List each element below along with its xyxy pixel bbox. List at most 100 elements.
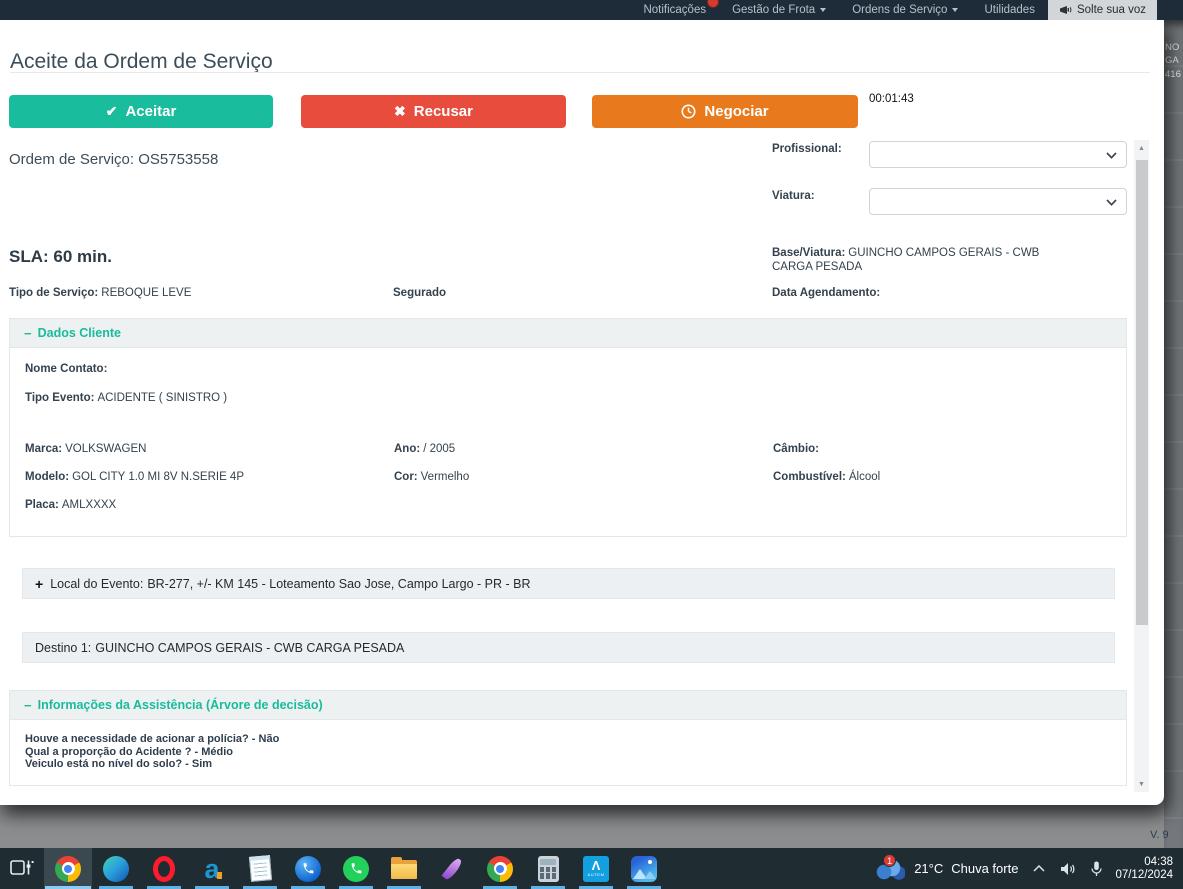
check-icon: ✔: [106, 103, 118, 120]
event-location-bar[interactable]: + Local do Evento: BR-277, +/- KM 145 - …: [22, 568, 1115, 599]
color-field: Cor:Vermelho: [394, 471, 469, 483]
nav-service-orders-label: Ordens de Serviço: [852, 4, 947, 16]
taskbar-file-explorer[interactable]: [380, 848, 428, 889]
destination-value: GUINCHO CAMPOS GERAIS - CWB CARGA PESADA: [95, 641, 404, 655]
task-view-icon: [10, 859, 34, 878]
decision-tree-line: Veiculo está no nível do solo? - Sim: [25, 758, 1126, 771]
collapse-icon: −: [24, 326, 32, 341]
phone-icon: [295, 856, 321, 882]
scroll-down-button[interactable]: ▼: [1134, 776, 1149, 792]
caret-down-icon: ▼: [1138, 781, 1145, 788]
event-type-field: Tipo Evento:ACIDENTE ( SINISTRO ): [25, 392, 227, 404]
microphone-icon: [1091, 861, 1102, 877]
negotiate-button[interactable]: Negociar: [592, 95, 858, 128]
vehicle-label: Viatura:: [772, 190, 815, 202]
background-text-fragment: NO: [1165, 42, 1179, 53]
voice-command-button[interactable]: Solte sua voz: [1048, 0, 1157, 20]
decision-tree-line: Qual a proporção do Acidente ? - Médio: [25, 746, 1126, 759]
modal-scrollbar[interactable]: ▲ ▼: [1134, 140, 1149, 792]
assistance-panel-header[interactable]: − Informações da Assistência (Árvore de …: [10, 691, 1126, 720]
weather-widget[interactable]: 1: [875, 859, 905, 881]
feather-icon: [441, 856, 463, 880]
notification-badge: [707, 0, 719, 8]
insured-label: Segurado: [393, 287, 449, 299]
refuse-button-label: Recusar: [414, 103, 473, 120]
expand-icon: +: [35, 576, 43, 592]
background-text-fragment: GA: [1165, 55, 1179, 66]
client-panel-body: Nome Contato: Tipo Evento:ACIDENTE ( SIN…: [10, 348, 1126, 565]
tray-overflow-button[interactable]: [1033, 865, 1045, 872]
chrome-icon: [487, 856, 513, 882]
vehicle-select[interactable]: [869, 188, 1127, 215]
fuel-field: Combustível:Álcool: [773, 471, 880, 483]
destination-label: Destino 1:: [35, 641, 91, 655]
a-app-icon: a: [199, 856, 225, 882]
nav-notifications[interactable]: Notificações: [630, 0, 719, 20]
order-number: Ordem de Serviço: OS5753558: [9, 151, 218, 168]
time-label: 04:38: [1115, 856, 1173, 869]
volume-button[interactable]: [1060, 862, 1076, 876]
weather-text[interactable]: 21°C Chuva forte: [914, 861, 1018, 876]
taskbar-phone-app[interactable]: [284, 848, 332, 889]
nav-fleet-menu[interactable]: Gestão de Frota: [719, 0, 839, 20]
assistance-panel-body: Houve a necessidade de acionar a polícia…: [10, 720, 1126, 771]
schedule-date-label: Data Agendamento:: [772, 287, 883, 299]
professional-select[interactable]: [869, 141, 1127, 168]
nav-utilities-label: Utilidades: [984, 4, 1035, 16]
gear-field: Câmbio:: [773, 443, 822, 455]
scrollbar-thumb[interactable]: [1136, 160, 1148, 625]
base-vehicle-label: Base/Viatura:: [772, 247, 845, 259]
notepad-icon: [248, 855, 271, 882]
taskbar-feather-app[interactable]: [428, 848, 476, 889]
autem-label: AUTEM: [588, 872, 605, 877]
version-label: V. 9: [1150, 829, 1169, 841]
temperature-label: 21°C: [914, 861, 943, 876]
model-field: Modelo:GOL CITY 1.0 MI 8V N.SERIE 4P: [25, 471, 244, 483]
service-type-label: Tipo de Serviço:: [9, 287, 98, 299]
nav-service-orders-menu[interactable]: Ordens de Serviço: [839, 0, 971, 20]
nav-utilities[interactable]: Utilidades: [971, 0, 1048, 20]
taskbar-photos[interactable]: [620, 848, 668, 889]
taskbar-calculator[interactable]: [524, 848, 572, 889]
file-explorer-icon: [391, 860, 417, 879]
calculator-icon: [538, 856, 559, 882]
autem-icon: Λ AUTEM: [583, 856, 609, 882]
nav-fleet-label: Gestão de Frota: [732, 4, 815, 16]
taskbar-chrome-2[interactable]: [476, 848, 524, 889]
assistance-panel-title: Informações da Assistência (Árvore de de…: [38, 698, 323, 712]
taskbar-a-app[interactable]: a: [188, 848, 236, 889]
taskbar-edge[interactable]: [92, 848, 140, 889]
client-data-panel: − Dados Cliente Nome Contato: Tipo Event…: [9, 318, 1127, 537]
taskbar-clock[interactable]: 04:38 07/12/2024: [1115, 856, 1177, 882]
edge-icon: [103, 856, 129, 882]
client-panel-header[interactable]: − Dados Cliente: [10, 319, 1126, 348]
contact-name-field: Nome Contato:: [25, 363, 110, 375]
microphone-button[interactable]: [1091, 861, 1102, 877]
destination-bar[interactable]: Destino 1: GUINCHO CAMPOS GERAIS - CWB C…: [22, 632, 1115, 663]
opera-icon: [153, 856, 175, 882]
taskbar-opera[interactable]: [140, 848, 188, 889]
top-navbar: Notificações Gestão de Frota Ordens de S…: [0, 0, 1183, 20]
taskbar-autem[interactable]: Λ AUTEM: [572, 848, 620, 889]
year-field: Ano:/ 2005: [394, 443, 455, 455]
collapse-icon: −: [24, 698, 32, 713]
taskbar-whatsapp[interactable]: [332, 848, 380, 889]
task-view-button[interactable]: [0, 848, 44, 889]
dimmed-overlay: [0, 805, 1164, 848]
taskbar-notepad[interactable]: [236, 848, 284, 889]
plate-field: Placa:AMLXXXX: [25, 499, 116, 511]
scroll-up-button[interactable]: ▲: [1134, 140, 1149, 156]
nav-notifications-label: Notificações: [643, 4, 706, 16]
client-panel-title: Dados Cliente: [38, 326, 121, 340]
taskbar-chrome-active[interactable]: [44, 848, 92, 889]
negotiate-button-label: Negociar: [704, 103, 768, 120]
date-label: 07/12/2024: [1115, 869, 1173, 882]
sla-text: SLA: 60 min.: [9, 247, 112, 267]
photos-icon: [631, 856, 657, 882]
weather-condition-label: Chuva forte: [951, 861, 1018, 876]
caret-up-icon: ▲: [1138, 145, 1145, 152]
accept-button[interactable]: ✔ Aceitar: [9, 95, 273, 128]
assistance-info-panel: − Informações da Assistência (Árvore de …: [9, 690, 1127, 786]
chevron-up-icon: [1033, 865, 1045, 872]
refuse-button[interactable]: ✖ Recusar: [301, 95, 566, 128]
